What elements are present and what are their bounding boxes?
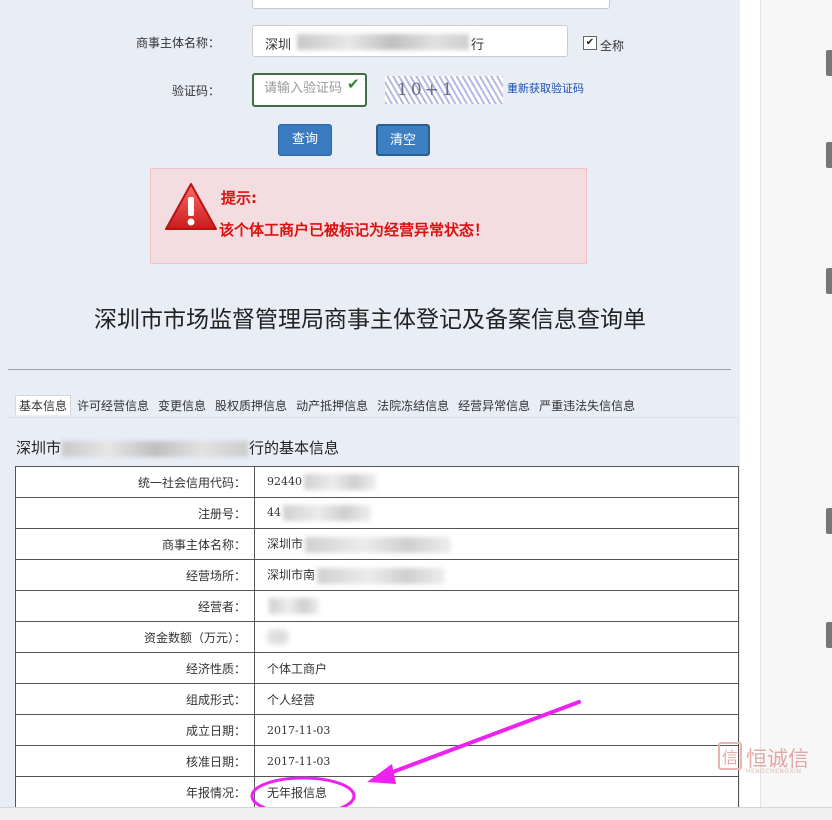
approved-date-value: 2017-11-03 xyxy=(254,745,739,777)
side-tab[interactable] xyxy=(826,142,832,168)
alert-message: 该个体工商户已被标记为经营异常状态！ xyxy=(219,221,490,239)
redacted-name xyxy=(62,440,249,457)
organization-form-value: 个人经营 xyxy=(254,683,739,715)
alert-box: 提示: 该个体工商户已被标记为经营异常状态！ xyxy=(150,168,587,264)
entity-name-value: 深圳市 xyxy=(267,537,304,552)
watermark-logo-icon: 信 xyxy=(718,742,742,770)
established-date-value: 2017-11-03 xyxy=(254,714,739,746)
section-title-prefix: 深圳市 xyxy=(16,439,62,457)
row-label: 经济性质： xyxy=(15,652,255,684)
query-button[interactable]: 查询 xyxy=(278,124,332,156)
refresh-captcha-link[interactable]: 重新获取验证码 xyxy=(507,80,584,96)
row-value: 深圳市 xyxy=(254,528,739,560)
captcha-image[interactable]: 10+1 xyxy=(384,75,504,105)
tab-equity-pledge[interactable]: 股权质押信息 xyxy=(212,396,290,415)
row-label: 年报情况： xyxy=(15,776,255,808)
redacted-name xyxy=(297,34,469,50)
row-label: 组成形式： xyxy=(15,683,255,715)
economic-nature-value: 个体工商户 xyxy=(254,652,739,684)
side-tab[interactable] xyxy=(826,50,832,76)
company-name-prefix: 深圳 xyxy=(265,38,292,53)
fullname-checkbox[interactable]: ✔ xyxy=(583,36,597,50)
side-tab[interactable] xyxy=(826,508,832,534)
section-title: 深圳市 行的基本信息 xyxy=(16,437,339,458)
redacted-value xyxy=(305,536,452,553)
table-row: 经营者： xyxy=(15,590,739,622)
table-row: 统一社会信用代码： 92440 xyxy=(15,466,739,498)
side-tab[interactable] xyxy=(826,268,832,294)
row-label: 经营场所： xyxy=(15,559,255,591)
business-address-value: 深圳市南 xyxy=(267,568,316,583)
captcha-input[interactable]: ✔ xyxy=(252,73,367,107)
basic-info-table: 统一社会信用代码： 92440 注册号： 44 商事主体名称： 深圳市 经营场所… xyxy=(15,466,739,808)
tab-license-info[interactable]: 许可经营信息 xyxy=(74,396,152,415)
name-label: 商事主体名称： xyxy=(135,36,220,50)
table-row: 资金数额（万元）： xyxy=(15,621,739,653)
watermark-subtext: HENGCHENGXIN xyxy=(746,768,802,775)
row-label: 商事主体名称： xyxy=(15,528,255,560)
row-value xyxy=(254,621,739,653)
warning-triangle-icon xyxy=(165,183,217,230)
section-title-suffix: 行的基本信息 xyxy=(249,439,340,457)
table-row: 商事主体名称： 深圳市 xyxy=(15,528,739,560)
captcha-image-text: 10+1 xyxy=(397,80,456,100)
row-label: 统一社会信用代码： xyxy=(15,466,255,498)
row-label: 核准日期： xyxy=(15,745,255,777)
company-name-suffix: 行 xyxy=(471,38,485,53)
table-row: 成立日期： 2017-11-03 xyxy=(15,714,739,746)
table-row: 核准日期： 2017-11-03 xyxy=(15,745,739,777)
clear-button[interactable]: 清空 xyxy=(376,124,430,156)
tab-change-info[interactable]: 变更信息 xyxy=(155,396,209,415)
redacted-value xyxy=(304,474,376,490)
captcha-text-field[interactable] xyxy=(264,81,348,96)
row-value xyxy=(254,590,739,622)
redacted-value xyxy=(267,629,289,645)
table-row: 经济性质： 个体工商户 xyxy=(15,652,739,684)
tab-underline xyxy=(8,417,738,418)
tab-chattel-mortgage[interactable]: 动产抵押信息 xyxy=(293,396,371,415)
row-value: 深圳市南 xyxy=(254,559,739,591)
alert-title: 提示: xyxy=(221,189,257,207)
row-value: 44 xyxy=(254,497,739,529)
page-title: 深圳市市场监督管理局商事主体登记及备案信息查询单 xyxy=(94,307,646,333)
table-row: 组成形式： 个人经营 xyxy=(15,683,739,715)
divider xyxy=(8,369,731,370)
side-tab[interactable] xyxy=(826,622,832,648)
captcha-label: 验证码： xyxy=(171,84,220,98)
tab-basic-info[interactable]: 基本信息 xyxy=(15,395,72,415)
right-sidebar xyxy=(760,0,832,819)
credit-code-value: 92440 xyxy=(267,475,302,488)
tab-abnormal-operation[interactable]: 经营异常信息 xyxy=(455,396,533,415)
row-value: 92440 xyxy=(254,466,739,498)
horizontal-scrollbar[interactable] xyxy=(0,807,832,820)
table-row: 经营场所： 深圳市南 xyxy=(15,559,739,591)
company-name-input[interactable]: 深圳 行 xyxy=(252,25,568,57)
redacted-value xyxy=(317,567,446,584)
redacted-value xyxy=(269,598,319,614)
previous-input-field[interactable] xyxy=(252,0,610,9)
table-row: 注册号： 44 xyxy=(15,497,739,529)
info-tabs: 基本信息 许可经营信息 变更信息 股权质押信息 动产抵押信息 法院冻结信息 经营异常信息 严重… xyxy=(15,395,641,415)
row-label: 经营者： xyxy=(15,590,255,622)
row-label: 注册号： xyxy=(15,497,255,529)
redacted-value xyxy=(283,505,371,521)
valid-check-icon: ✔ xyxy=(347,75,360,93)
tab-serious-violation[interactable]: 严重违法失信信息 xyxy=(536,396,638,415)
row-label: 成立日期： xyxy=(15,714,255,746)
annual-report-value: 无年报信息 xyxy=(254,776,739,808)
fullname-label: 全称 xyxy=(600,39,625,53)
reg-number-value: 44 xyxy=(267,506,281,519)
tab-court-freeze[interactable]: 法院冻结信息 xyxy=(374,396,452,415)
table-row: 年报情况： 无年报信息 xyxy=(15,776,739,808)
main-panel: 商事主体名称： 深圳 行 ✔ 全称 验证码： ✔ 10+1 重新获取验证码 查询… xyxy=(0,0,740,819)
row-label: 资金数额（万元）： xyxy=(15,621,255,653)
